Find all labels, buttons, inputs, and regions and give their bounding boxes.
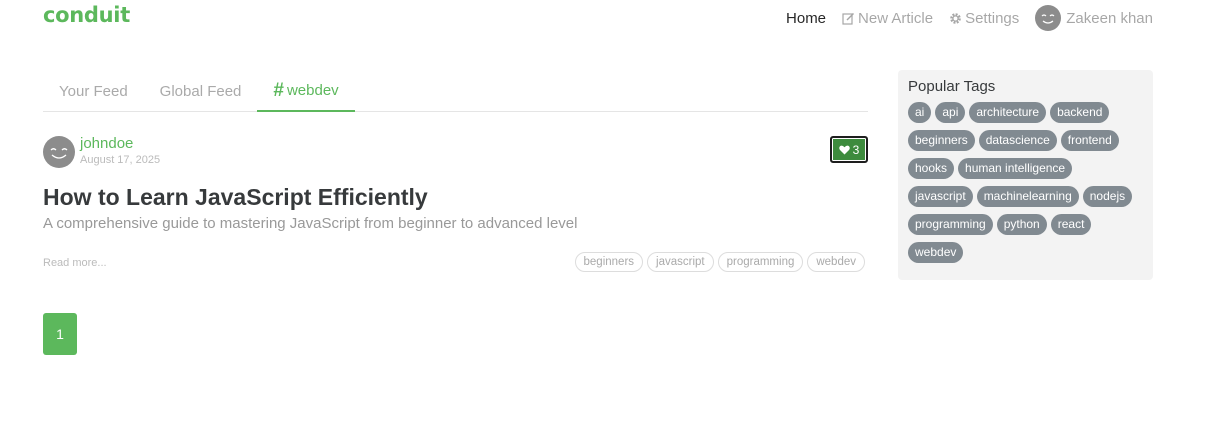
tag-pill[interactable]: beginners [908,130,975,151]
tag-pill[interactable]: backend [1050,102,1110,123]
nav-home-link[interactable]: Home [786,10,826,27]
brand-logo[interactable]: conduit [43,3,130,27]
favorite-count: 3 [852,142,860,157]
user-avatar [1035,5,1062,31]
tag-pill[interactable]: javascript [908,186,973,207]
tag-pill[interactable]: machinelearning [976,186,1079,207]
tag-pill[interactable]: datascience [978,130,1057,151]
nav-new-article-link[interactable]: New Article [842,10,933,27]
sidebar-title: Popular Tags [908,78,996,95]
nav-profile-link[interactable]: Zakeen khan [1035,5,1153,31]
read-more-link[interactable]: Read more... [43,257,107,269]
tab-your-feed-label: Your Feed [59,82,128,100]
nav-new-article-label: New Article [858,9,934,27]
tag-pill[interactable]: nodejs [1082,186,1133,207]
favorite-button[interactable]: 3 [830,136,868,163]
tag-pill[interactable]: api [935,102,966,123]
tab-your-feed[interactable]: Your Feed [43,70,144,112]
author-link[interactable]: johndoe [80,135,133,152]
feed-tabs: Your Feed Global Feed # webdev [43,70,868,112]
article-tag: beginners [574,252,644,272]
tab-global-feed-label: Global Feed [159,82,242,100]
article-tag-list: beginners javascript programming webdev [571,252,865,272]
nav-settings-label: Settings [965,9,1020,27]
tag-pill[interactable]: frontend [1060,130,1119,151]
nav-links: Home New Article Settings Zakeen khan [770,4,1153,32]
article-title[interactable]: How to Learn JavaScript Efficiently [43,184,428,211]
heart-icon [838,145,850,154]
nav-settings-link[interactable]: Settings [949,10,1019,27]
tag-pill[interactable]: programming [908,214,993,235]
article-tag: webdev [807,252,865,272]
author-avatar[interactable] [43,136,75,168]
article-tag: javascript [647,252,714,272]
nav-home-label: Home [786,9,827,27]
article-tag: programming [717,252,804,272]
tag-pill[interactable]: hooks [908,158,955,179]
article-preview: johndoe August 17, 2025 3 How to Learn J… [43,134,868,272]
pagination-page-1[interactable]: 1 [43,313,77,355]
tag-pill[interactable]: python [996,214,1047,235]
article-meta: johndoe August 17, 2025 3 [43,134,868,170]
tag-pill[interactable]: architecture [969,102,1047,123]
tag-pill[interactable]: ai [908,102,932,123]
gear-icon [949,12,962,25]
article-description: A comprehensive guide to mastering JavaS… [43,215,578,232]
tab-global-feed[interactable]: Global Feed [144,70,258,112]
article-date: August 17, 2025 [80,154,161,166]
popular-tags-sidebar: Popular Tags ai api architecture backend… [898,70,1153,280]
hashtag-icon: # [273,79,284,101]
nav-profile-label: Zakeen khan [1066,9,1153,27]
tag-pill[interactable]: human intelligence [958,158,1073,179]
tag-pill[interactable]: react [1050,214,1092,235]
tag-pill[interactable]: webdev [908,242,964,263]
tag-list: ai api architecture backend beginners da… [908,102,1143,270]
edit-icon [842,12,855,25]
tab-tag-webdev[interactable]: # webdev [257,70,355,112]
tab-tag-webdev-label: webdev [286,81,339,99]
navbar: conduit Home New Article Settings Zakeen… [0,0,1226,36]
